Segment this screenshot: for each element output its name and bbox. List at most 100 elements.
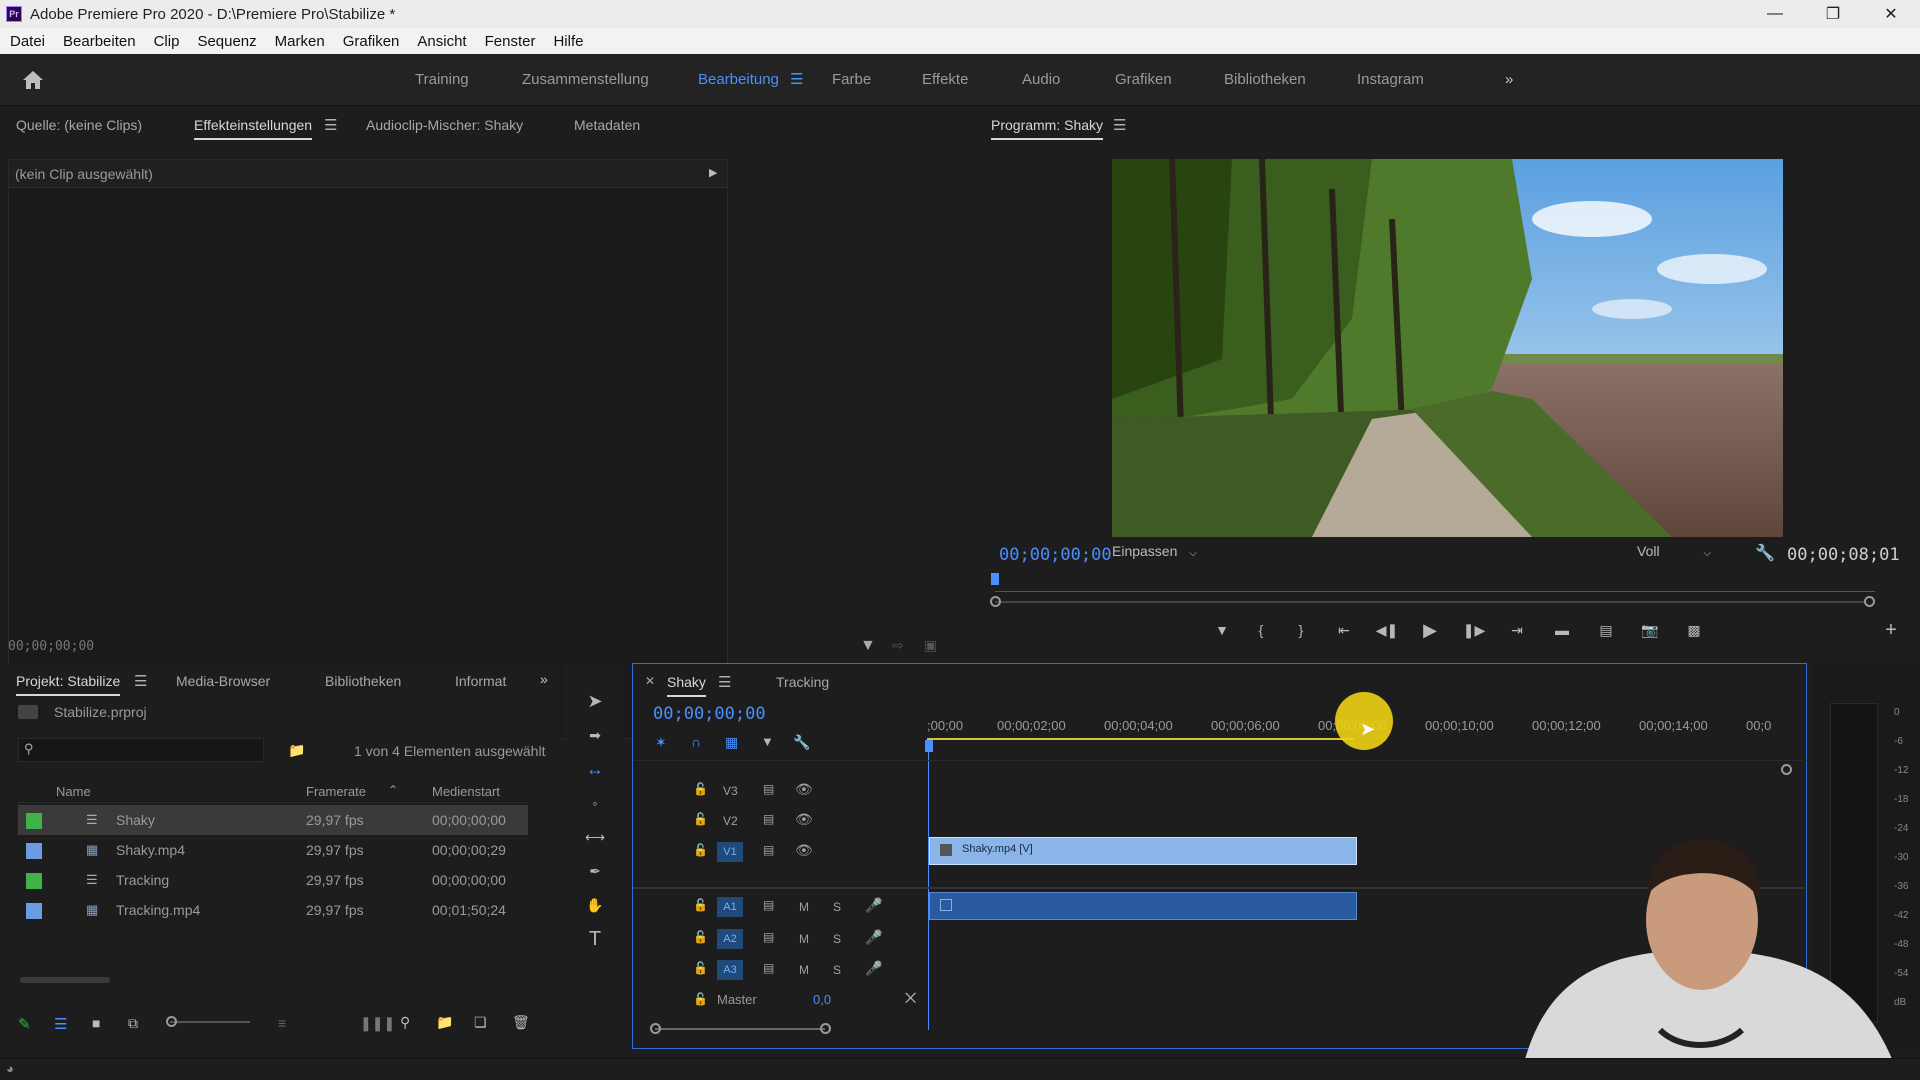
lock-icon[interactable]: 🔓 bbox=[693, 961, 708, 975]
track-select-tool-icon[interactable]: ➡ bbox=[583, 723, 607, 747]
comparison-view-icon[interactable]: ▩ bbox=[1681, 620, 1707, 640]
program-monitor-title[interactable]: Programm: Shaky bbox=[991, 117, 1104, 140]
freeform-view-icon[interactable]: ⧉ bbox=[128, 1015, 138, 1032]
sync-lock-icon[interactable]: ▤ bbox=[763, 843, 774, 857]
sort-icons-icon[interactable]: ≡ bbox=[278, 1015, 286, 1031]
label-color-swatch[interactable] bbox=[26, 813, 42, 829]
pen-tool-icon[interactable]: ✒ bbox=[583, 859, 607, 883]
tab-audio-clip-mixer[interactable]: Audioclip-Mischer: Shaky bbox=[366, 117, 523, 133]
icon-view-icon[interactable]: ■ bbox=[92, 1015, 100, 1031]
sync-lock-icon[interactable]: ▤ bbox=[763, 812, 774, 826]
project-item-row[interactable]: ☰ Tracking 29,97 fps 00;00;00;00 bbox=[18, 865, 528, 895]
project-item-row[interactable]: ▦ Shaky.mp4 29,97 fps 00;00;00;29 bbox=[18, 835, 528, 865]
tab-project[interactable]: Projekt: Stabilize bbox=[16, 673, 121, 696]
sync-lock-icon[interactable]: ▤ bbox=[763, 930, 774, 944]
microphone-icon[interactable]: 🎤 bbox=[865, 897, 882, 914]
more-tabs-icon[interactable]: » bbox=[540, 671, 548, 687]
close-button[interactable]: ✕ bbox=[1862, 0, 1920, 28]
mute-button[interactable]: M bbox=[799, 932, 809, 946]
label-color-swatch[interactable] bbox=[26, 873, 42, 889]
snap-magnet-icon[interactable]: ∩ bbox=[691, 734, 701, 750]
sync-lock-icon[interactable]: ▤ bbox=[763, 961, 774, 975]
razor-tool-icon[interactable]: ◦ bbox=[583, 791, 607, 815]
go-to-in-icon[interactable]: ⇤ bbox=[1332, 620, 1356, 640]
expand-arrow-icon[interactable]: ▶ bbox=[709, 166, 717, 179]
workspace-audio[interactable]: Audio bbox=[1022, 71, 1060, 88]
go-to-end-icon[interactable]: ⨉ bbox=[905, 990, 916, 1007]
menu-grafiken[interactable]: Grafiken bbox=[343, 33, 400, 50]
mark-out-icon[interactable]: } bbox=[1289, 620, 1313, 640]
close-sequence-icon[interactable]: ✕ bbox=[645, 674, 655, 688]
track-label-a1[interactable]: A1 bbox=[717, 897, 743, 917]
button-editor-plus-icon[interactable]: + bbox=[1879, 619, 1903, 641]
menu-hilfe[interactable]: Hilfe bbox=[553, 33, 583, 50]
solo-button[interactable]: S bbox=[833, 900, 841, 914]
eye-icon[interactable]: 👁 bbox=[795, 781, 813, 798]
share-icon[interactable]: ▣ bbox=[924, 637, 937, 654]
program-time-ruler[interactable] bbox=[995, 577, 1875, 595]
overwrite-icon[interactable]: ▤ bbox=[1593, 620, 1619, 640]
zoom-slider[interactable] bbox=[170, 1021, 250, 1023]
column-media-start[interactable]: Medienstart bbox=[432, 784, 500, 799]
timeline-zoom-handle-right[interactable] bbox=[820, 1023, 831, 1034]
home-icon[interactable] bbox=[22, 70, 44, 90]
clip-shaky-video[interactable]: Shaky.mp4 [V] bbox=[929, 837, 1357, 865]
track-label-v1[interactable]: V1 bbox=[717, 842, 743, 862]
step-forward-icon[interactable]: ❚▶ bbox=[1462, 620, 1486, 640]
play-icon[interactable]: ▶ bbox=[1418, 618, 1442, 642]
track-label-v3[interactable]: V3 bbox=[723, 784, 738, 798]
project-search-input[interactable]: ⚲ bbox=[18, 738, 264, 762]
timeline-zoom-bar[interactable] bbox=[655, 1028, 825, 1030]
solo-button[interactable]: S bbox=[833, 963, 841, 977]
automate-to-sequence-icon[interactable]: ❚❚❚ bbox=[360, 1015, 395, 1032]
type-tool-icon[interactable]: T bbox=[583, 927, 607, 951]
master-volume-value[interactable]: 0,0 bbox=[813, 992, 831, 1007]
tab-source[interactable]: Quelle: (keine Clips) bbox=[16, 117, 142, 133]
workspace-bearbeitung[interactable]: Bearbeitung bbox=[698, 71, 779, 88]
new-bin-icon[interactable]: 📁 bbox=[436, 1014, 453, 1031]
clip-shaky-audio[interactable] bbox=[929, 892, 1357, 920]
workspace-grafiken[interactable]: Grafiken bbox=[1115, 71, 1172, 88]
vertical-scroll-handle[interactable] bbox=[1781, 764, 1792, 775]
microphone-icon[interactable]: 🎤 bbox=[865, 960, 882, 977]
column-framerate[interactable]: Framerate bbox=[306, 784, 366, 799]
lock-icon[interactable]: 🔓 bbox=[693, 782, 708, 796]
go-to-out-icon[interactable]: ⇥ bbox=[1505, 620, 1529, 640]
trash-icon[interactable]: 🗑 bbox=[512, 1014, 530, 1031]
menu-sequenz[interactable]: Sequenz bbox=[197, 33, 256, 50]
menu-bearbeiten[interactable]: Bearbeiten bbox=[63, 33, 136, 50]
tab-sequence-tracking[interactable]: Tracking bbox=[776, 674, 829, 690]
mute-button[interactable]: M bbox=[799, 900, 809, 914]
filter-icon[interactable]: ▼ bbox=[860, 637, 876, 655]
label-color-swatch[interactable] bbox=[26, 903, 42, 919]
tab-media-browser[interactable]: Media-Browser bbox=[176, 673, 270, 689]
solo-button[interactable]: S bbox=[833, 932, 841, 946]
lock-icon[interactable]: 🔓 bbox=[693, 992, 708, 1006]
add-marker-icon[interactable]: ▼ bbox=[1210, 620, 1234, 640]
eye-icon[interactable]: 👁 bbox=[795, 842, 813, 859]
lock-icon[interactable]: 🔓 bbox=[693, 812, 708, 826]
insert-icon[interactable]: ▬ bbox=[1549, 620, 1575, 640]
project-menu-icon[interactable]: ☰ bbox=[134, 672, 147, 690]
timeline-settings-wrench-icon[interactable]: 🔧 bbox=[793, 734, 810, 751]
workspace-effekte[interactable]: Effekte bbox=[922, 71, 968, 88]
program-playhead[interactable] bbox=[991, 573, 999, 585]
program-menu-icon[interactable]: ☰ bbox=[1113, 116, 1126, 134]
microphone-icon[interactable]: 🎤 bbox=[865, 929, 882, 946]
program-timecode[interactable]: 00;00;00;00 bbox=[999, 545, 1112, 565]
track-label-a2[interactable]: A2 bbox=[717, 929, 743, 949]
maximize-button[interactable]: ❐ bbox=[1804, 0, 1862, 28]
timeline-zoom-handle-left[interactable] bbox=[650, 1023, 661, 1034]
lock-icon[interactable]: 🔓 bbox=[693, 898, 708, 912]
eye-icon[interactable]: 👁 bbox=[795, 811, 813, 828]
menu-marken[interactable]: Marken bbox=[275, 33, 325, 50]
new-bin-from-search-icon[interactable]: 📁 bbox=[288, 742, 305, 759]
workspace-menu-icon[interactable]: ☰ bbox=[790, 70, 803, 88]
more-workspaces-icon[interactable]: » bbox=[1505, 71, 1513, 88]
program-zoom-bar[interactable] bbox=[995, 601, 1865, 603]
sync-lock-icon[interactable]: ▤ bbox=[763, 782, 774, 796]
menu-clip[interactable]: Clip bbox=[154, 33, 180, 50]
workspace-bibliotheken[interactable]: Bibliotheken bbox=[1224, 71, 1306, 88]
timeline-menu-icon[interactable]: ☰ bbox=[718, 673, 731, 691]
step-back-icon[interactable]: ◀❚ bbox=[1375, 620, 1399, 640]
